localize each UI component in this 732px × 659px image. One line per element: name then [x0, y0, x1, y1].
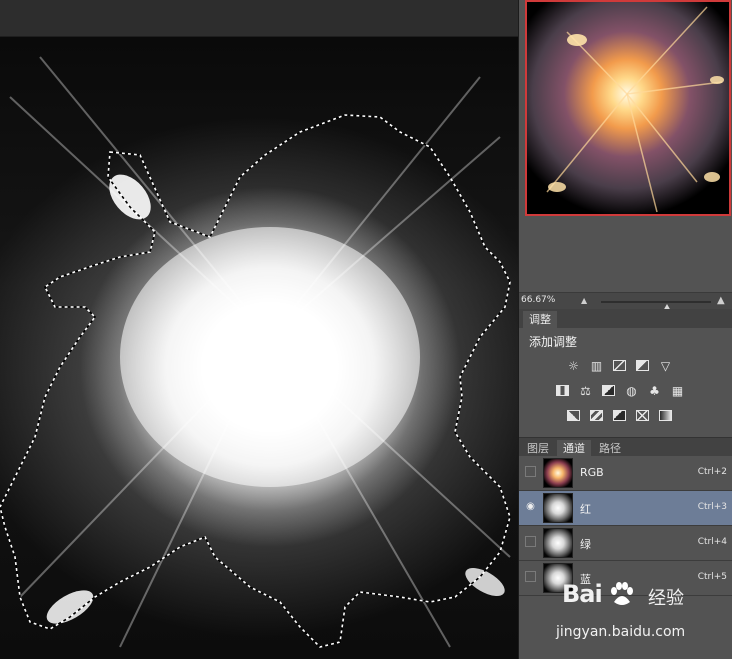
photo-filter-icon[interactable]: ◍: [624, 383, 639, 398]
navigator-panel: [519, 0, 732, 292]
right-panel-dock: 66.67% ▲ ▲ 调整 添加调整 ☼ ▥ ▽ ⚖ ◍ ♣ ▦ 图层 通道 路…: [518, 0, 732, 659]
channel-shortcut: Ctrl+3: [697, 502, 727, 512]
baidu-jingyan-watermark: Bai 经验 jingyan.baidu.com: [556, 580, 726, 640]
levels-icon[interactable]: ▥: [589, 358, 604, 373]
channel-thumbnail: [543, 528, 573, 558]
zoom-slider-track[interactable]: [601, 301, 711, 311]
threshold-icon[interactable]: [612, 408, 627, 423]
document-top-bar: [0, 0, 518, 37]
watermark-logo-text: Bai: [562, 580, 603, 608]
watermark-jingyan-text: 经验: [648, 588, 684, 609]
channel-name: 红: [580, 503, 591, 516]
tab-channels[interactable]: 通道: [557, 440, 591, 457]
watermark-url: jingyan.baidu.com: [556, 624, 686, 640]
navigator-preview-art: [546, 6, 724, 213]
zoom-value[interactable]: 66.67%: [521, 295, 555, 305]
channel-name: 绿: [580, 538, 591, 551]
channel-row-rgb[interactable]: RGB Ctrl+2: [519, 456, 732, 491]
black-white-icon[interactable]: [601, 383, 616, 398]
navigator-zoom-bar: 66.67% ▲ ▲: [519, 292, 732, 311]
posterize-icon[interactable]: [589, 408, 604, 423]
color-balance-icon[interactable]: ⚖: [578, 383, 593, 398]
channel-mixer-icon[interactable]: ♣: [647, 383, 662, 398]
navigator-preview[interactable]: [525, 0, 731, 216]
eye-icon[interactable]: ◉: [525, 501, 536, 512]
channel-shortcut: Ctrl+4: [697, 537, 727, 547]
zoom-in-icon[interactable]: ▲: [717, 295, 725, 306]
gradient-map-icon[interactable]: [658, 408, 673, 423]
channel-shortcut: Ctrl+2: [697, 467, 727, 477]
curves-icon[interactable]: [612, 358, 627, 373]
exposure-icon[interactable]: [635, 358, 650, 373]
invert-icon[interactable]: [566, 408, 581, 423]
selective-color-icon[interactable]: [635, 408, 650, 423]
color-lookup-icon[interactable]: ▦: [670, 383, 685, 398]
channel-row-green[interactable]: 绿 Ctrl+4: [519, 526, 732, 561]
hue-saturation-icon[interactable]: [555, 383, 570, 398]
layers-channels-tabbar: 图层 通道 路径: [519, 437, 732, 457]
adjustments-panel: 添加调整 ☼ ▥ ▽ ⚖ ◍ ♣ ▦: [519, 328, 732, 436]
zoom-out-icon[interactable]: ▲: [581, 296, 587, 305]
brightness-contrast-icon[interactable]: ☼: [566, 358, 581, 373]
canvas-artwork: [0, 56, 511, 648]
channel-thumbnail: [543, 493, 573, 523]
visibility-toggle[interactable]: [525, 466, 536, 477]
channel-row-red[interactable]: ◉ 红 Ctrl+3: [519, 491, 732, 526]
tab-adjustments[interactable]: 调整: [523, 311, 557, 328]
adjustments-title: 添加调整: [529, 335, 578, 349]
paw-icon: [611, 582, 633, 605]
channel-name: RGB: [580, 466, 604, 479]
visibility-toggle[interactable]: [525, 571, 536, 582]
light-flares: [46, 174, 505, 624]
visibility-toggle[interactable]: [525, 536, 536, 547]
tab-layers[interactable]: 图层: [521, 440, 555, 457]
vibrance-icon[interactable]: ▽: [658, 358, 673, 373]
document-canvas[interactable]: [0, 37, 518, 659]
channel-thumbnail: [543, 458, 573, 488]
tab-paths[interactable]: 路径: [593, 440, 627, 457]
adjustments-tabbar: 调整: [519, 309, 732, 328]
